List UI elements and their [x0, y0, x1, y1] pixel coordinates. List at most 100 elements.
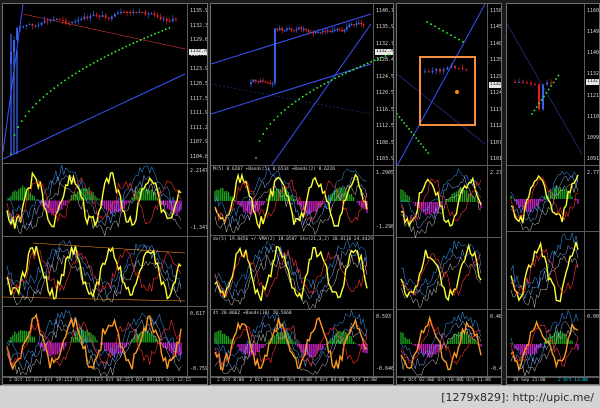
- histogram-bar: [518, 344, 520, 351]
- candle-body: [250, 82, 252, 84]
- price-tick-label: 1149.90: [587, 29, 600, 36]
- histogram-bar: [164, 200, 167, 206]
- histogram-bar: [402, 332, 404, 344]
- indicator-pane-2[interactable]: [507, 232, 599, 310]
- indicator-pane-3[interactable]: 0.000: [507, 309, 599, 378]
- histogram-bar: [275, 188, 278, 201]
- histogram-bar: [412, 344, 415, 345]
- candle-body: [302, 28, 305, 30]
- sar-dot: [450, 34, 452, 37]
- indicator-pane-1[interactable]: 2.2147 -1.3471: [3, 164, 207, 237]
- histogram-bar: [314, 344, 316, 357]
- indicator-pane-3[interactable]: 0.593 -0.646 4t 20.0662 +Bands(10) 20.5660: [211, 309, 393, 378]
- indicator-chart: [6, 164, 182, 237]
- price-pane[interactable]: 1135.901132.381129.651127.001123.901120.…: [3, 4, 208, 164]
- indicator-pane-1[interactable]: 2.7788: [507, 166, 599, 232]
- chart-window-2[interactable]: 1140.701135.901132.781128.401124.501120.…: [210, 3, 394, 385]
- time-tick-label: 2 Oct 23:15: [69, 378, 100, 383]
- candle-body: [514, 82, 516, 83]
- indicator-pane-3[interactable]: 0.617 -0.759: [3, 307, 207, 378]
- histogram-bar: [241, 344, 243, 352]
- sar-dot: [547, 88, 550, 91]
- sar-dot: [405, 125, 408, 127]
- indicator-pane-1[interactable]: 2.2733: [397, 166, 501, 238]
- candle-body: [538, 84, 540, 110]
- histogram-bar: [350, 336, 353, 344]
- price-tick-label: 1120.50: [376, 90, 394, 97]
- histogram-bar: [10, 195, 12, 201]
- indicator-pane-3[interactable]: 0.485 -0.457: [397, 310, 501, 378]
- sar-dot: [276, 115, 279, 118]
- histogram-bar: [414, 202, 417, 206]
- sar-dot: [53, 87, 56, 90]
- candle-body: [123, 12, 125, 13]
- sar-dot: [345, 72, 347, 74]
- histogram-bar: [431, 202, 433, 213]
- sar-dot: [438, 27, 440, 30]
- candle-body: [259, 80, 262, 83]
- histogram-bar: [214, 190, 216, 201]
- indicator-band: [6, 325, 182, 377]
- price-axis: 1135.901132.381129.651127.001123.901120.…: [187, 4, 208, 163]
- candle-body: [71, 22, 73, 24]
- sar-dot: [426, 21, 428, 23]
- candle-body: [276, 28, 279, 30]
- candle-body: [52, 19, 55, 21]
- sar-dot: [363, 63, 365, 66]
- histogram-bar: [235, 201, 237, 202]
- histogram-bar: [575, 199, 577, 201]
- chart-window-3[interactable]: 1150.10 1145.00 1140.20 1135.60 1129.80 1124.…: [396, 3, 502, 385]
- sar-dot: [359, 65, 362, 68]
- histogram-bar: [172, 342, 174, 356]
- indicator-pane-2[interactable]: [3, 237, 207, 307]
- chart-window-4[interactable]: 1160.80 1149.90 1140.45 1132.77 1121.60 1110.…: [506, 3, 600, 385]
- histogram-bar: [225, 335, 228, 344]
- price-tick-label: 1104.80: [190, 154, 208, 160]
- histogram-bar: [352, 341, 355, 344]
- sar-dot: [64, 79, 66, 82]
- indicator-pane-1[interactable]: 1.2905 -1.2987 M(5) 0.6207 +Bands(5) 0.653…: [211, 166, 393, 236]
- price-tick-label: 1129.80: [490, 73, 502, 80]
- histogram-bar: [314, 201, 316, 212]
- price-pane[interactable]: 1160.80 1149.90 1140.45 1132.77 1121.60 1110.…: [507, 4, 600, 166]
- histogram-bar: [156, 197, 159, 201]
- price-tick-label: 1123.90: [190, 66, 208, 73]
- histogram-bar: [53, 200, 55, 213]
- price-pane[interactable]: 1140.701135.901132.781128.401124.501120.…: [211, 4, 394, 167]
- candle-body: [314, 32, 317, 34]
- candle-body: [138, 12, 141, 13]
- candle-body: [269, 82, 272, 84]
- sar-dot: [540, 99, 543, 101]
- candle-body: [89, 16, 92, 19]
- candle-body: [58, 18, 61, 20]
- sar-dot: [334, 77, 337, 80]
- histogram-bar: [293, 341, 295, 344]
- histogram-bar: [221, 187, 224, 201]
- indicator-chart: [400, 240, 482, 309]
- candle-body: [286, 28, 288, 31]
- candle-body: [353, 24, 355, 26]
- indicator-axis: [187, 237, 207, 306]
- indicator-pane-2[interactable]: dx(5) 19.8456 +/-VMA(2) 18.0507 Sto(21,3…: [211, 236, 393, 310]
- histogram-bar: [577, 344, 579, 351]
- sar-dot: [417, 140, 420, 142]
- candle-body: [83, 16, 86, 19]
- candle-body: [104, 15, 107, 18]
- price-tick-label: 1111.25: [190, 124, 208, 131]
- sar-dot: [280, 112, 283, 114]
- histogram-bar: [106, 342, 108, 351]
- indicator-pane-2[interactable]: [397, 238, 501, 310]
- histogram-bar: [465, 190, 468, 202]
- price-tick-label: 1135.60: [490, 57, 502, 64]
- histogram-bar: [12, 335, 14, 343]
- histogram-bar: [273, 191, 276, 201]
- indicator-chart: [510, 232, 579, 308]
- sar-dot: [408, 128, 410, 130]
- price-tick-label: 1150.10: [490, 8, 502, 14]
- chart-window-1[interactable]: 1135.901132.381129.651127.001123.901120.…: [2, 3, 208, 385]
- candle-body: [293, 29, 296, 31]
- candle-body: [333, 29, 336, 31]
- sar-dot: [301, 95, 304, 98]
- sar-dot: [330, 79, 333, 81]
- candle-body: [348, 24, 351, 28]
